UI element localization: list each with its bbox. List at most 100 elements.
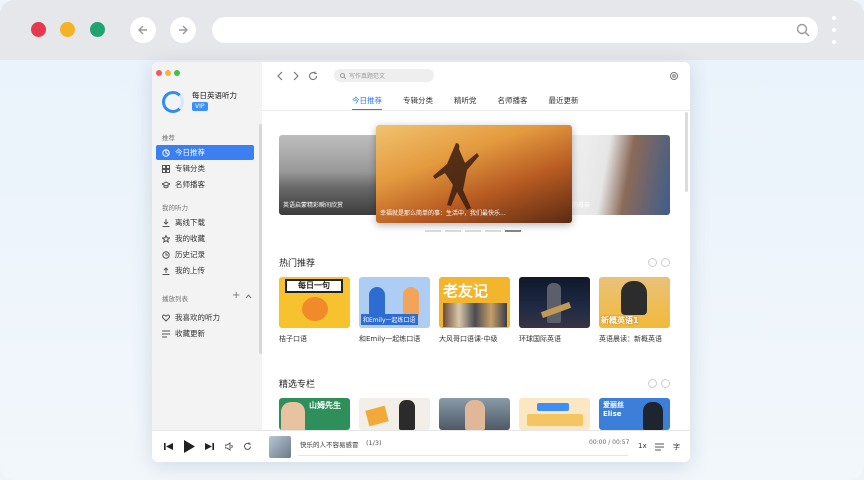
- next-track-icon[interactable]: [205, 442, 214, 451]
- search-input[interactable]: 写作真题范文: [334, 69, 434, 82]
- download-icon: [162, 218, 170, 227]
- clock-icon: [162, 250, 170, 259]
- back-button[interactable]: [130, 17, 156, 43]
- chevron-left-icon[interactable]: [276, 71, 284, 81]
- loop-icon[interactable]: [243, 442, 252, 451]
- blue-label: [537, 403, 569, 411]
- maximize-window-button[interactable]: [90, 22, 105, 37]
- featured-section-title: 精选专栏: [279, 380, 316, 390]
- sidebar-item-downloads[interactable]: 离线下载: [156, 215, 254, 230]
- hot-card-1-title[interactable]: 桔子口语: [279, 334, 355, 344]
- sidebar-item-label: 我喜欢的听力: [175, 313, 220, 322]
- card-art-text: 爱丽丝 Elise: [603, 401, 624, 418]
- sidebar-item-albums[interactable]: 专辑分类: [156, 161, 254, 176]
- track-index: (1/3): [366, 439, 382, 447]
- tab-albums[interactable]: 专辑分类: [403, 95, 433, 106]
- previous-track-icon[interactable]: [164, 442, 173, 451]
- tab-intensive[interactable]: 精听党: [454, 95, 477, 106]
- dancers-silhouette: [433, 143, 479, 210]
- avatar[interactable]: [162, 91, 184, 113]
- next-page-icon: [661, 258, 670, 267]
- featured-card-3[interactable]: [439, 398, 510, 430]
- tab-today[interactable]: 今日推荐: [352, 95, 382, 111]
- grid-icon: [162, 164, 170, 173]
- app-window: 每日英语听力 VIP 推荐 今日推荐 专辑分类 名师播客 我的听力 离线下载 我…: [152, 62, 690, 462]
- gear-icon[interactable]: [669, 71, 679, 81]
- sidebar-item-uploads[interactable]: 我的上传: [156, 263, 254, 278]
- featured-pager[interactable]: [648, 379, 670, 388]
- featured-card-1[interactable]: 山姆先生: [279, 398, 350, 430]
- browser-menu-icon[interactable]: [831, 16, 837, 44]
- sidebar-item-history[interactable]: 历史记录: [156, 247, 254, 262]
- sidebar-item-favorites[interactable]: 我的收藏: [156, 231, 254, 246]
- tab-podcasts[interactable]: 名师播客: [498, 95, 528, 106]
- hot-card-2-title[interactable]: 和Emily一起练口语: [359, 334, 435, 344]
- banner-center[interactable]: 幸福就是那么简单的事：生活中，我们最快乐...: [376, 125, 572, 223]
- hot-card-4-title[interactable]: 环球国际英语: [519, 334, 595, 344]
- main-scrollbar[interactable]: [685, 112, 688, 192]
- sidebar-item-label: 名师播客: [175, 180, 205, 189]
- sidebar: 每日英语听力 VIP 推荐 今日推荐 专辑分类 名师播客 我的听力 离线下载 我…: [152, 62, 262, 430]
- hot-pager[interactable]: [648, 258, 670, 267]
- hot-card-5[interactable]: 新概英语1: [599, 277, 670, 328]
- tab-bar: 今日推荐 专辑分类 精听党 名师播客 最近更新: [352, 95, 600, 111]
- hot-card-3-title[interactable]: 大风哥口语课-中级: [439, 334, 515, 344]
- next-page-icon: [661, 379, 670, 388]
- speed-button[interactable]: 1x: [638, 442, 647, 450]
- app-close-button[interactable]: [156, 70, 162, 76]
- banner-caption: 幸福就是那么简单的事：生活中，我们最快乐...: [380, 210, 506, 217]
- add-playlist-icon[interactable]: +: [232, 290, 240, 301]
- hot-card-5-title[interactable]: 英语晨读：新概英语: [599, 334, 670, 344]
- volume-icon[interactable]: [225, 442, 234, 451]
- hot-card-2[interactable]: 和Emily一起练口语: [359, 277, 430, 328]
- chevron-up-icon[interactable]: [245, 293, 252, 299]
- tab-divider: [262, 110, 690, 111]
- sidebar-item-label: 离线下载: [175, 218, 205, 227]
- app-maximize-button[interactable]: [174, 70, 180, 76]
- browser-window: 每日英语听力 VIP 推荐 今日推荐 专辑分类 名师播客 我的听力 离线下载 我…: [0, 0, 864, 480]
- tab-recent[interactable]: 最近更新: [549, 95, 579, 106]
- lyrics-button[interactable]: 字: [673, 442, 680, 452]
- banner-left[interactable]: 英语启蒙精彩瞬间欣赏: [279, 135, 383, 215]
- minimize-window-button[interactable]: [60, 22, 75, 37]
- refresh-icon[interactable]: [308, 71, 318, 81]
- vip-badge: VIP: [192, 102, 208, 111]
- forward-button[interactable]: [170, 17, 196, 43]
- featured-card-4[interactable]: [519, 398, 590, 430]
- sidebar-item-label: 收藏更新: [175, 329, 205, 338]
- hot-card-4[interactable]: [519, 277, 590, 328]
- sidebar-item-label: 今日推荐: [175, 148, 205, 157]
- close-window-button[interactable]: [31, 22, 46, 37]
- chevron-right-icon[interactable]: [292, 71, 300, 81]
- hot-card-1[interactable]: 每日一句: [279, 277, 350, 328]
- hot-card-3[interactable]: 老友记: [439, 277, 510, 328]
- sidebar-item-label: 历史记录: [175, 250, 205, 259]
- card-art-text: 新概英语1: [601, 316, 639, 325]
- player-bar: 快乐的人不容易感冒 (1/3) 00:00 / 00:57 1x 字: [152, 430, 690, 462]
- man-photo: [465, 400, 485, 430]
- carousel-indicator[interactable]: [425, 230, 521, 232]
- progress-bar[interactable]: [298, 455, 628, 456]
- sidebar-item-collected-updates[interactable]: 收藏更新: [156, 326, 254, 341]
- banner-caption: 英语启蒙精彩瞬间欣赏: [283, 202, 344, 209]
- featured-card-2[interactable]: [359, 398, 430, 430]
- banner-right[interactable]: 闲的母亲: [562, 135, 670, 215]
- featured-card-5[interactable]: 爱丽丝 Elise: [599, 398, 670, 430]
- prev-page-icon: [648, 379, 657, 388]
- track-cover[interactable]: [269, 436, 291, 458]
- section-title-recommend: 推荐: [162, 134, 175, 142]
- orange-mascot: [302, 297, 328, 321]
- play-icon[interactable]: [184, 440, 195, 453]
- sidebar-item-today[interactable]: 今日推荐: [156, 145, 254, 160]
- playlist-icon[interactable]: [655, 443, 664, 451]
- figure-left: [369, 287, 385, 317]
- app-minimize-button[interactable]: [165, 70, 171, 76]
- search-icon: [796, 23, 810, 37]
- prev-page-icon: [648, 258, 657, 267]
- sidebar-item-podcasts[interactable]: 名师播客: [156, 177, 254, 192]
- card-art-text: 山姆先生: [309, 401, 341, 410]
- address-bar[interactable]: [212, 17, 818, 43]
- sidebar-item-liked[interactable]: 我喜欢的听力: [156, 310, 254, 325]
- sidebar-item-label: 我的上传: [175, 266, 205, 275]
- list-icon: [162, 330, 170, 337]
